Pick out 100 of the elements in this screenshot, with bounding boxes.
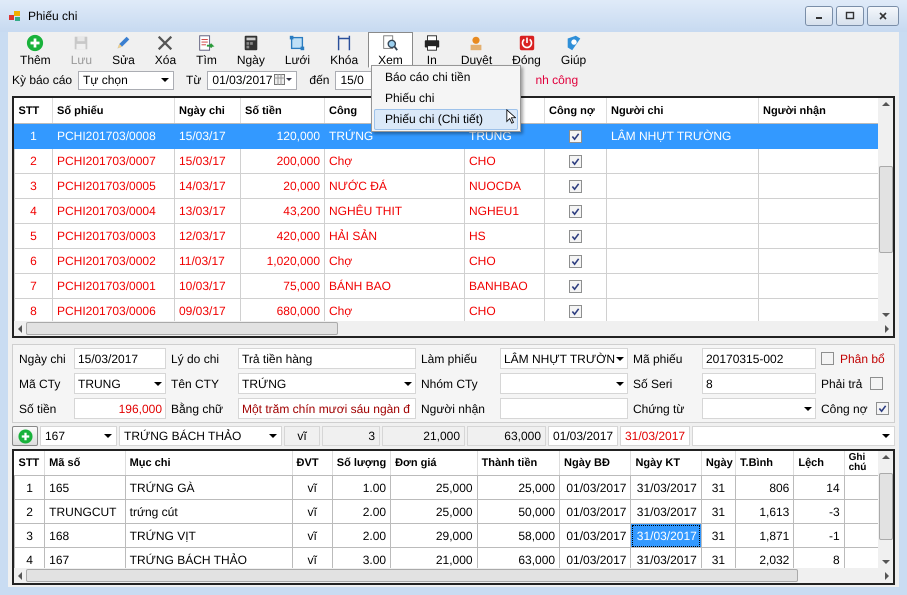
toolbar-button[interactable]: Khóa	[320, 32, 368, 68]
horizontal-scrollbar[interactable]	[14, 321, 893, 336]
checkbox[interactable]	[569, 180, 582, 194]
dropdown-field[interactable]: TRỨNG BÁCH THẢO	[119, 426, 282, 446]
table-cell: 75,000	[283, 279, 320, 293]
table-row[interactable]: 7 PCHI201703/0001 10/03/17 75,000 BÁNH BAO BANHBAO	[14, 274, 878, 298]
scroll-left-icon[interactable]	[18, 572, 22, 580]
table-cell: 25,000	[518, 480, 556, 494]
checkbox[interactable]	[569, 205, 582, 218]
dropdown-field[interactable]: TRỨNG	[238, 373, 416, 394]
input-field[interactable]: 15/03/2017	[74, 348, 166, 369]
table-cell: 43,200	[283, 204, 320, 218]
scroll-down-icon[interactable]	[882, 313, 890, 317]
toolbar-button[interactable]: Ngày	[226, 32, 275, 68]
dropdown-field[interactable]	[500, 373, 628, 394]
scroll-right-icon[interactable]	[885, 572, 889, 580]
table-row[interactable]: 4 PCHI201703/0004 13/03/17 43,200 NGHÊU THIT NGHEU1	[14, 198, 878, 224]
table-cell: 5	[30, 229, 37, 243]
input-field[interactable]: 63,000	[467, 426, 546, 446]
scroll-up-icon[interactable]	[882, 102, 890, 106]
menu-item[interactable]: Phiếu chi	[374, 88, 518, 109]
table-cell: Chợ	[329, 154, 352, 168]
period-dropdown[interactable]: Tự chọn	[78, 70, 174, 90]
toolbar-button[interactable]: Duyệt	[450, 32, 502, 68]
scroll-left-icon[interactable]	[18, 324, 22, 332]
dropdown-field[interactable]: TRUNG	[74, 373, 166, 394]
input-field[interactable]: 196,000	[74, 398, 166, 419]
input-field[interactable]: 31/03/2017	[620, 426, 690, 446]
field-label: Số Seri	[633, 376, 674, 390]
checkbox[interactable]	[821, 352, 834, 365]
table-cell: 168	[49, 528, 70, 542]
vertical-scrollbar[interactable]	[878, 98, 893, 321]
input-field[interactable]	[500, 398, 628, 419]
input-field[interactable]: 20170315-002	[702, 348, 816, 369]
toolbar-button[interactable]: Xóa	[144, 32, 186, 68]
table-cell: 8	[30, 304, 37, 318]
checkbox[interactable]	[569, 130, 582, 144]
column-header: T.Bình	[740, 457, 774, 469]
input-field[interactable]: 3	[322, 426, 380, 446]
table-cell: 14/03/17	[179, 179, 226, 193]
table-cell: 7	[30, 279, 37, 293]
table-cell[interactable]: 31/03/2017	[630, 476, 702, 500]
dropdown-arrow-icon	[616, 382, 624, 386]
close-button[interactable]	[867, 6, 899, 26]
toolbar-button[interactable]: Giúp	[550, 32, 596, 68]
power-icon	[518, 34, 536, 52]
scroll-down-icon[interactable]	[882, 560, 890, 564]
table-cell: 13/03/17	[179, 204, 226, 218]
dropdown-field[interactable]: 167	[40, 426, 117, 446]
table-cell: 3	[26, 528, 33, 542]
input-field[interactable]: Một trăm chín mươi sáu ngàn đ	[238, 398, 416, 419]
input-field[interactable]: 21,000	[382, 426, 465, 446]
field-label: Mã CTy	[19, 376, 62, 390]
date-field[interactable]: 01/03/2017	[207, 70, 298, 90]
scroll-up-icon[interactable]	[882, 455, 890, 459]
table-row[interactable]: 2 PCHI201703/0007 15/03/17 200,000 Chợ CHO	[14, 148, 878, 174]
document-arrow-icon	[197, 34, 216, 52]
table-row[interactable]: 5 PCHI201703/0003 12/03/17 420,000 HẢI SẢN HS	[14, 224, 878, 248]
input-field[interactable]: 01/03/2017	[548, 426, 618, 446]
table-cell: 680,000	[276, 304, 320, 318]
toolbar-button[interactable]: Lưới	[274, 32, 320, 68]
table-row[interactable]: 6 PCHI201703/0002 11/03/17 1,020,000 Chợ CHO	[14, 248, 878, 274]
checkbox[interactable]	[876, 402, 889, 415]
table-cell: -1	[828, 528, 840, 542]
toolbar-button[interactable]: Thêm	[10, 32, 61, 68]
column-header: Số phiếu	[57, 104, 104, 116]
input-field[interactable]: Trả tiền hàng	[238, 348, 416, 369]
dropdown-field[interactable]	[702, 398, 816, 419]
table-cell: 1,613	[759, 504, 790, 518]
menu-item[interactable]: Phiếu chi (Chi tiết)	[374, 109, 518, 130]
toolbar-button[interactable]: Xem	[368, 32, 413, 68]
input-field[interactable]: vĩ	[284, 426, 320, 446]
maximize-button[interactable]	[836, 6, 864, 26]
checkbox[interactable]	[569, 230, 582, 244]
checkbox[interactable]	[569, 305, 582, 318]
minimize-button[interactable]	[805, 6, 833, 26]
table-cell: BANHBAO	[469, 279, 528, 293]
horizontal-scrollbar[interactable]	[14, 568, 893, 583]
checkbox[interactable]	[870, 377, 884, 390]
table-cell: PCHI201703/0005	[57, 179, 156, 193]
column-header: Ngày	[706, 457, 733, 469]
column-header: Công nợ	[549, 104, 595, 116]
scroll-right-icon[interactable]	[885, 324, 889, 332]
table-cell: vĩ	[307, 528, 317, 542]
table-cell: trứng cút	[130, 504, 178, 518]
dropdown-field[interactable]	[692, 426, 895, 446]
add-button[interactable]	[12, 426, 38, 446]
column-header: Mục chi	[130, 457, 171, 469]
checkbox[interactable]	[569, 155, 582, 168]
checkbox[interactable]	[569, 280, 582, 294]
vertical-scrollbar[interactable]	[878, 451, 893, 568]
checkbox[interactable]	[569, 255, 582, 268]
toolbar-button[interactable]: Tìm	[186, 32, 227, 68]
app-icon	[8, 9, 22, 23]
input-field[interactable]: 8	[702, 373, 816, 394]
dropdown-field[interactable]: LÂM NHỰT TRƯỜN	[500, 348, 628, 369]
toolbar-button[interactable]: Sửa	[102, 32, 145, 68]
mouse-cursor-icon	[506, 109, 516, 124]
table-cell: 806	[769, 480, 790, 494]
table-row[interactable]: 3 PCHI201703/0005 14/03/17 20,000 NƯỚC ĐÁ NUOCDA	[14, 174, 878, 198]
